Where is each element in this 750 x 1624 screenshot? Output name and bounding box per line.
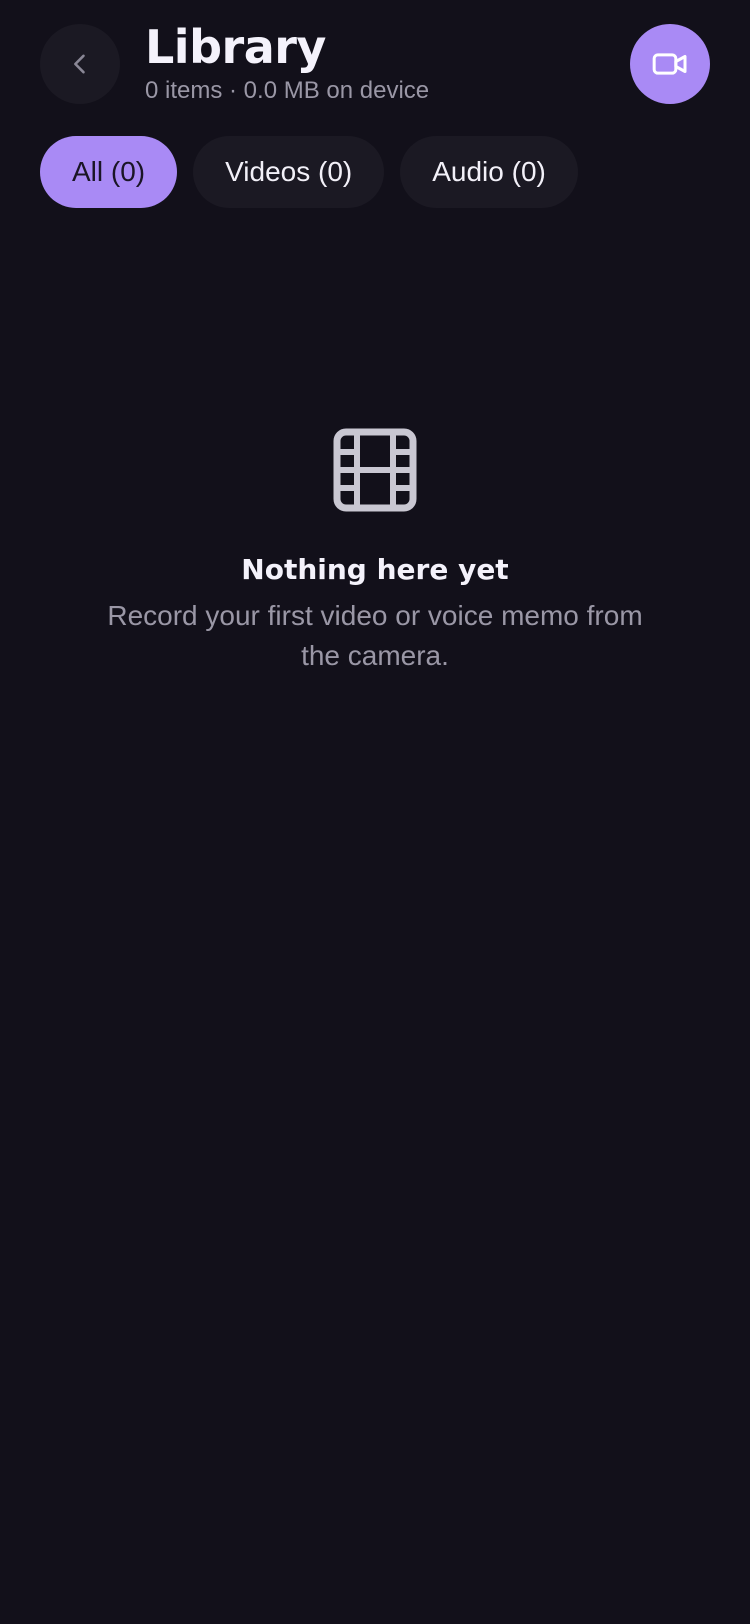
empty-state: Nothing here yet Record your first video… [0, 428, 750, 676]
library-summary: 0 items · 0.0 MB on device [145, 77, 430, 104]
page-title: Library [145, 20, 326, 74]
chevron-left-icon [74, 54, 85, 74]
tab-all[interactable]: All (0) [40, 136, 178, 208]
tab-audio[interactable]: Audio (0) [400, 136, 578, 208]
filter-tabs: All (0) Videos (0) Audio (0) [40, 136, 578, 208]
back-button[interactable] [40, 24, 120, 104]
empty-state-message: Record your first video or voice memo fr… [107, 600, 643, 671]
film-icon [333, 428, 417, 512]
tab-videos[interactable]: Videos (0) [193, 136, 385, 208]
record-video-button[interactable] [630, 24, 710, 104]
header: Library 0 items · 0.0 MB on device [0, 0, 750, 120]
video-camera-icon [652, 53, 687, 75]
empty-state-title: Nothing here yet [241, 553, 509, 586]
title-block: Library 0 items · 0.0 MB on device [145, 18, 429, 106]
